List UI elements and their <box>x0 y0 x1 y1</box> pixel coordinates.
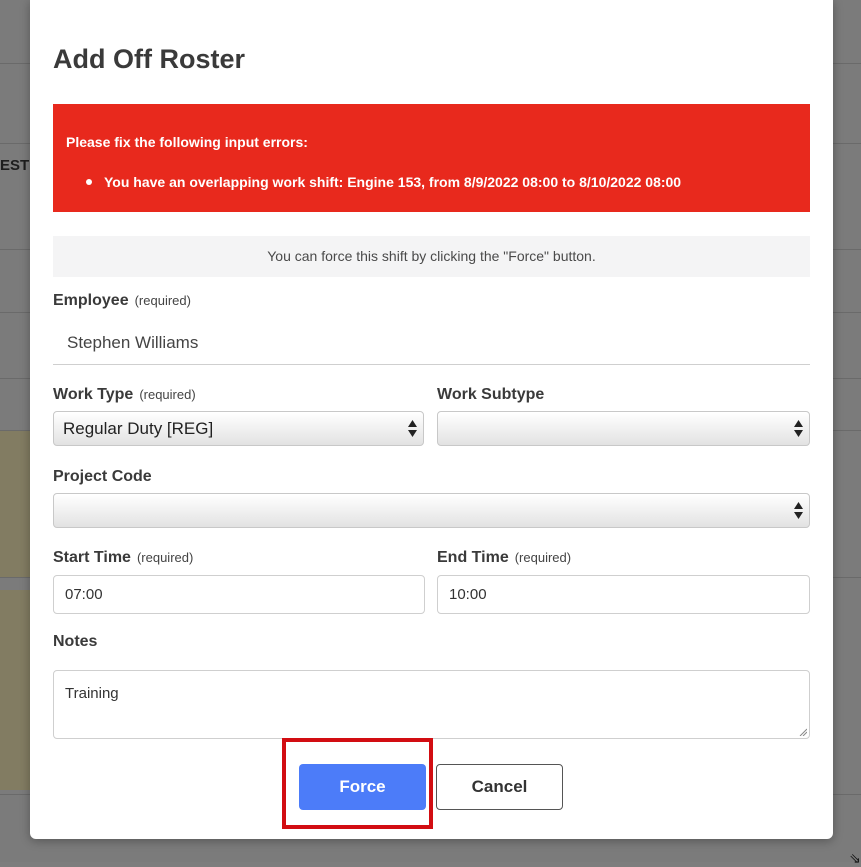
employee-label-text: Employee <box>53 292 129 309</box>
employee-field[interactable]: Stephen Williams <box>67 333 198 353</box>
work-subtype-select[interactable] <box>437 411 810 446</box>
work-subtype-label: Work Subtype <box>437 386 544 404</box>
select-arrows-icon <box>794 420 803 437</box>
error-list: You have an overlapping work shift: Engi… <box>86 174 681 190</box>
required-tag: (required) <box>136 550 194 565</box>
error-alert: Please fix the following input errors: Y… <box>53 104 810 212</box>
force-info-note: You can force this shift by clicking the… <box>53 236 810 277</box>
work-subtype-label-text: Work Subtype <box>437 386 545 403</box>
background-highlight-row <box>0 590 30 790</box>
end-time-label-text: End Time <box>437 549 509 566</box>
end-time-label: End Time (required) <box>437 549 571 567</box>
start-time-label: Start Time (required) <box>53 549 193 567</box>
error-heading: Please fix the following input errors: <box>66 134 308 150</box>
notes-label: Notes <box>53 633 97 651</box>
notes-textarea[interactable]: Training <box>53 670 810 739</box>
force-button-highlight <box>282 738 433 829</box>
project-code-label-text: Project Code <box>53 468 152 485</box>
project-code-select[interactable] <box>53 493 810 528</box>
select-arrows-icon <box>794 502 803 519</box>
add-off-roster-dialog: Add Off Roster Please fix the following … <box>30 0 833 839</box>
required-tag: (required) <box>134 293 191 308</box>
error-item: You have an overlapping work shift: Engi… <box>86 174 681 190</box>
start-time-input[interactable]: 07:00 <box>53 575 425 614</box>
required-tag: (required) <box>514 550 572 565</box>
background-highlight-row <box>0 431 30 577</box>
employee-field-underline <box>53 364 810 365</box>
start-time-label-text: Start Time <box>53 549 131 566</box>
work-type-select[interactable]: Regular Duty [REG] <box>53 411 424 446</box>
notes-label-text: Notes <box>53 633 98 650</box>
required-tag: (required) <box>139 387 196 402</box>
project-code-label: Project Code <box>53 468 152 486</box>
cancel-button[interactable]: Cancel <box>436 764 563 810</box>
employee-label: Employee (required) <box>53 292 191 310</box>
select-arrows-icon <box>408 420 417 437</box>
notes-value: Training <box>65 685 119 702</box>
dialog-title: Add Off Roster <box>53 44 245 74</box>
resize-grip-icon[interactable] <box>799 728 807 736</box>
mouse-cursor-icon: ⇘ <box>849 850 861 866</box>
work-type-label: Work Type (required) <box>53 386 196 404</box>
end-time-input[interactable]: 10:00 <box>437 575 810 614</box>
work-type-selected-value: Regular Duty [REG] <box>63 419 214 438</box>
work-type-label-text: Work Type <box>53 386 134 403</box>
background-partial-text: EST <box>0 157 30 174</box>
